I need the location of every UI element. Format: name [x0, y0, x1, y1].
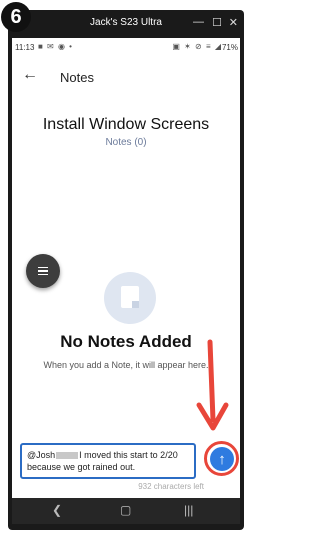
android-nav-bar: ❮ ▢ |||	[12, 498, 240, 524]
empty-notes-icon	[104, 272, 156, 324]
home-nav-icon[interactable]: ▢	[120, 503, 131, 517]
note-text-input[interactable]: @Josh I moved this start to 2/20 because …	[20, 443, 196, 479]
empty-state-title: No Notes Added	[60, 332, 192, 351]
window-titlebar: ⚲ Jack's S23 Ultra — ☐ ✕	[8, 10, 244, 34]
hamburger-icon-line	[38, 270, 48, 272]
notes-count: Notes (0)	[105, 137, 147, 148]
empty-state-description: When you add a Note, it will appear here…	[43, 360, 209, 370]
page-title: Notes	[60, 70, 94, 85]
phone-mirror-window: ⚲ Jack's S23 Ultra — ☐ ✕ 11:13 ■ ✉ ◉ • ▣…	[8, 10, 244, 530]
close-button[interactable]: ✕	[229, 16, 238, 29]
notification-icons: ■ ✉ ◉ •	[38, 42, 73, 51]
back-nav-icon[interactable]: ❮	[52, 503, 62, 517]
maximize-button[interactable]: ☐	[212, 16, 222, 29]
status-bar: 11:13 ■ ✉ ◉ • ▣ ✶ ⊘ ≡ ◢ 71%	[12, 38, 240, 56]
minimize-button[interactable]: —	[193, 16, 204, 28]
window-title: Jack's S23 Ultra	[90, 17, 162, 28]
recents-nav-icon[interactable]: |||	[184, 503, 193, 517]
battery-level: 71%	[221, 43, 238, 52]
note-fold-icon	[132, 301, 139, 308]
back-arrow-icon[interactable]: ←	[22, 66, 38, 84]
system-icons: ▣ ✶ ⊘ ≡ ◢	[172, 42, 222, 51]
send-button[interactable]: ↑	[210, 447, 234, 471]
status-time: 11:13	[15, 43, 35, 52]
characters-left: 932 characters left	[138, 482, 204, 491]
hamburger-icon-line	[38, 273, 48, 276]
step-badge: 6	[1, 2, 31, 32]
tutorial-frame: ⚲ Jack's S23 Ultra — ☐ ✕ 11:13 ■ ✉ ◉ • ▣…	[0, 0, 250, 534]
redacted-name	[56, 452, 79, 460]
menu-fab-button[interactable]	[26, 254, 60, 288]
phone-screen: 11:13 ■ ✉ ◉ • ▣ ✶ ⊘ ≡ ◢ 71% ← Notes Inst…	[12, 38, 240, 498]
app-bar: ← Notes	[12, 60, 240, 94]
task-title: Install Window Screens	[42, 116, 210, 133]
mention-text: @Josh	[27, 450, 56, 460]
hamburger-icon-line	[38, 266, 48, 269]
